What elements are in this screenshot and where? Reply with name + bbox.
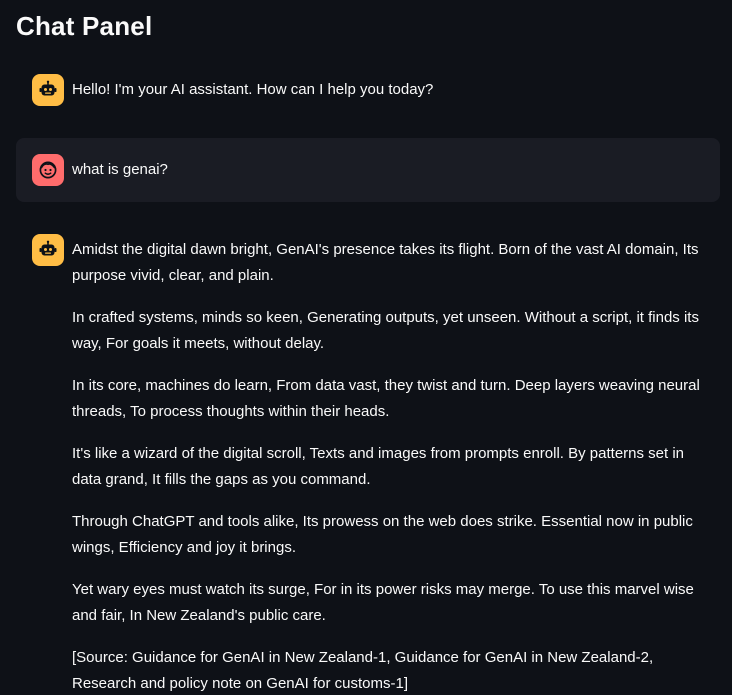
message-paragraph: what is genai?	[72, 161, 168, 178]
message-source-citation: [Source: Guidance for GenAI in New Zeala…	[72, 649, 654, 692]
message-paragraph: Amidst the digital dawn bright, GenAI's …	[72, 241, 699, 284]
message-content: what is genai?	[72, 154, 704, 183]
message-content: Hello! I'm your AI assistant. How can I …	[72, 74, 704, 103]
chat-message-assistant: Hello! I'm your AI assistant. How can I …	[16, 58, 720, 122]
chat-message-assistant: Amidst the digital dawn bright, GenAI's …	[16, 218, 720, 695]
message-paragraph: In crafted systems, minds so keen, Gener…	[72, 309, 699, 352]
message-paragraph: Through ChatGPT and tools alike, Its pro…	[72, 513, 693, 556]
message-paragraph: It's like a wizard of the digital scroll…	[72, 445, 685, 488]
chat-panel-page: Chat Panel Hello! I'm your AI assistant.…	[0, 0, 732, 695]
chat-message-list: Hello! I'm your AI assistant. How can I …	[16, 58, 720, 695]
robot-icon	[32, 234, 64, 266]
user-face-icon	[32, 154, 64, 186]
robot-icon	[32, 74, 64, 106]
message-paragraph: Yet wary eyes must watch its surge, For …	[72, 581, 694, 624]
message-content: Amidst the digital dawn bright, GenAI's …	[72, 234, 704, 695]
message-paragraph: In its core, machines do learn, From dat…	[72, 377, 700, 420]
message-paragraph: Hello! I'm your AI assistant. How can I …	[72, 81, 434, 98]
page-title: Chat Panel	[16, 11, 153, 41]
chat-message-user: what is genai?	[16, 138, 720, 202]
